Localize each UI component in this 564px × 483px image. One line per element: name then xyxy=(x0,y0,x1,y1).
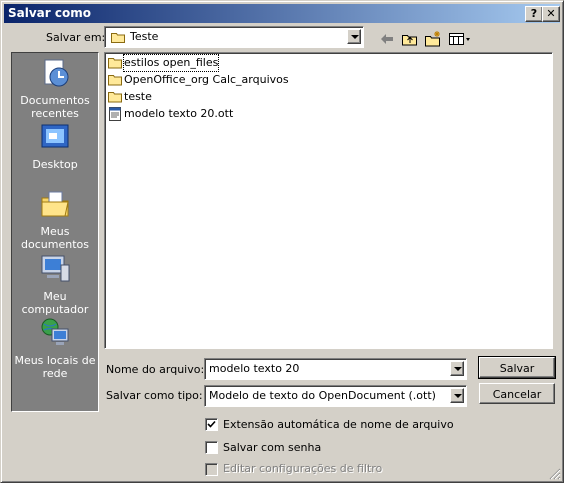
place-label: Meus documentos xyxy=(21,225,89,251)
chevron-down-icon[interactable] xyxy=(450,388,464,403)
checkmark-icon xyxy=(207,420,216,428)
save-as-dialog: Salvar como ? ✕ Salvar em: Teste Documen… xyxy=(0,0,564,483)
filetype-value: Modelo de texto do OpenDocument (.ott) xyxy=(209,389,436,402)
dialog-title: Salvar como xyxy=(8,6,91,20)
filename-label: Nome do arquivo: xyxy=(106,363,205,376)
save-in-value: Teste xyxy=(130,30,159,43)
file-name: modelo texto 20.ott xyxy=(124,107,234,120)
filename-input[interactable]: modelo texto 20 xyxy=(204,358,467,380)
new-folder-icon[interactable] xyxy=(424,30,442,48)
my-documents-icon xyxy=(41,191,69,217)
file-name: estilos open_files xyxy=(122,54,220,72)
my-computer-icon xyxy=(41,255,70,282)
file-name: OpenOffice_org Calc_arquivos xyxy=(124,73,289,86)
cancel-button[interactable]: Cancelar xyxy=(479,383,555,404)
auto-extension-label: Extensão automática de nome de arquivo xyxy=(223,418,454,431)
place-my-documents[interactable]: Meus documentos xyxy=(12,188,98,251)
filetype-label: Salvar como tipo: xyxy=(106,389,203,402)
place-network[interactable]: Meus locais de rede xyxy=(12,317,98,380)
back-arrow-icon[interactable] xyxy=(378,30,396,48)
save-in-dropdown[interactable]: Teste xyxy=(104,26,364,48)
save-with-password-label: Salvar com senha xyxy=(223,441,322,454)
place-label: Documentos recentes xyxy=(20,94,90,120)
file-name: teste xyxy=(124,90,152,103)
network-places-icon xyxy=(41,318,69,345)
title-bar[interactable]: Salvar como ? ✕ xyxy=(4,4,560,23)
edit-filter-settings-label: Editar configurações de filtro xyxy=(223,462,383,475)
place-my-computer[interactable]: Meu computador xyxy=(12,253,98,316)
filename-value: modelo texto 20 xyxy=(209,362,300,375)
save-in-label: Salvar em: xyxy=(46,31,106,44)
folder-icon xyxy=(111,33,125,43)
folder-icon xyxy=(108,92,122,103)
place-desktop[interactable]: Desktop xyxy=(12,121,98,171)
views-menu-icon[interactable] xyxy=(448,30,472,48)
place-label: Desktop xyxy=(32,158,78,171)
filetype-dropdown[interactable]: Modelo de texto do OpenDocument (.ott) xyxy=(204,385,467,407)
place-label: Meus locais de rede xyxy=(14,354,96,380)
resize-grip-icon[interactable] xyxy=(549,468,561,480)
places-bar: Documentos recentes Desktop Meus documen… xyxy=(11,52,99,412)
file-list[interactable]: estilos open_files OpenOffice_org Calc_a… xyxy=(104,52,553,349)
folder-icon xyxy=(108,58,122,69)
desktop-icon xyxy=(41,124,69,148)
text-template-icon xyxy=(109,107,121,121)
edit-filter-settings-checkbox xyxy=(205,463,218,476)
chevron-down-icon[interactable] xyxy=(450,361,464,376)
auto-extension-checkbox[interactable] xyxy=(205,418,218,431)
up-folder-icon[interactable] xyxy=(401,30,419,48)
help-button[interactable]: ? xyxy=(525,6,543,22)
save-button[interactable]: Salvar xyxy=(478,356,556,379)
place-label: Meu computador xyxy=(21,290,89,316)
save-with-password-checkbox[interactable] xyxy=(205,441,218,454)
folder-icon xyxy=(108,75,122,86)
close-button[interactable]: ✕ xyxy=(542,6,560,22)
recent-documents-icon xyxy=(44,59,69,87)
place-recent-documents[interactable]: Documentos recentes xyxy=(12,57,98,120)
chevron-down-icon[interactable] xyxy=(347,29,361,44)
